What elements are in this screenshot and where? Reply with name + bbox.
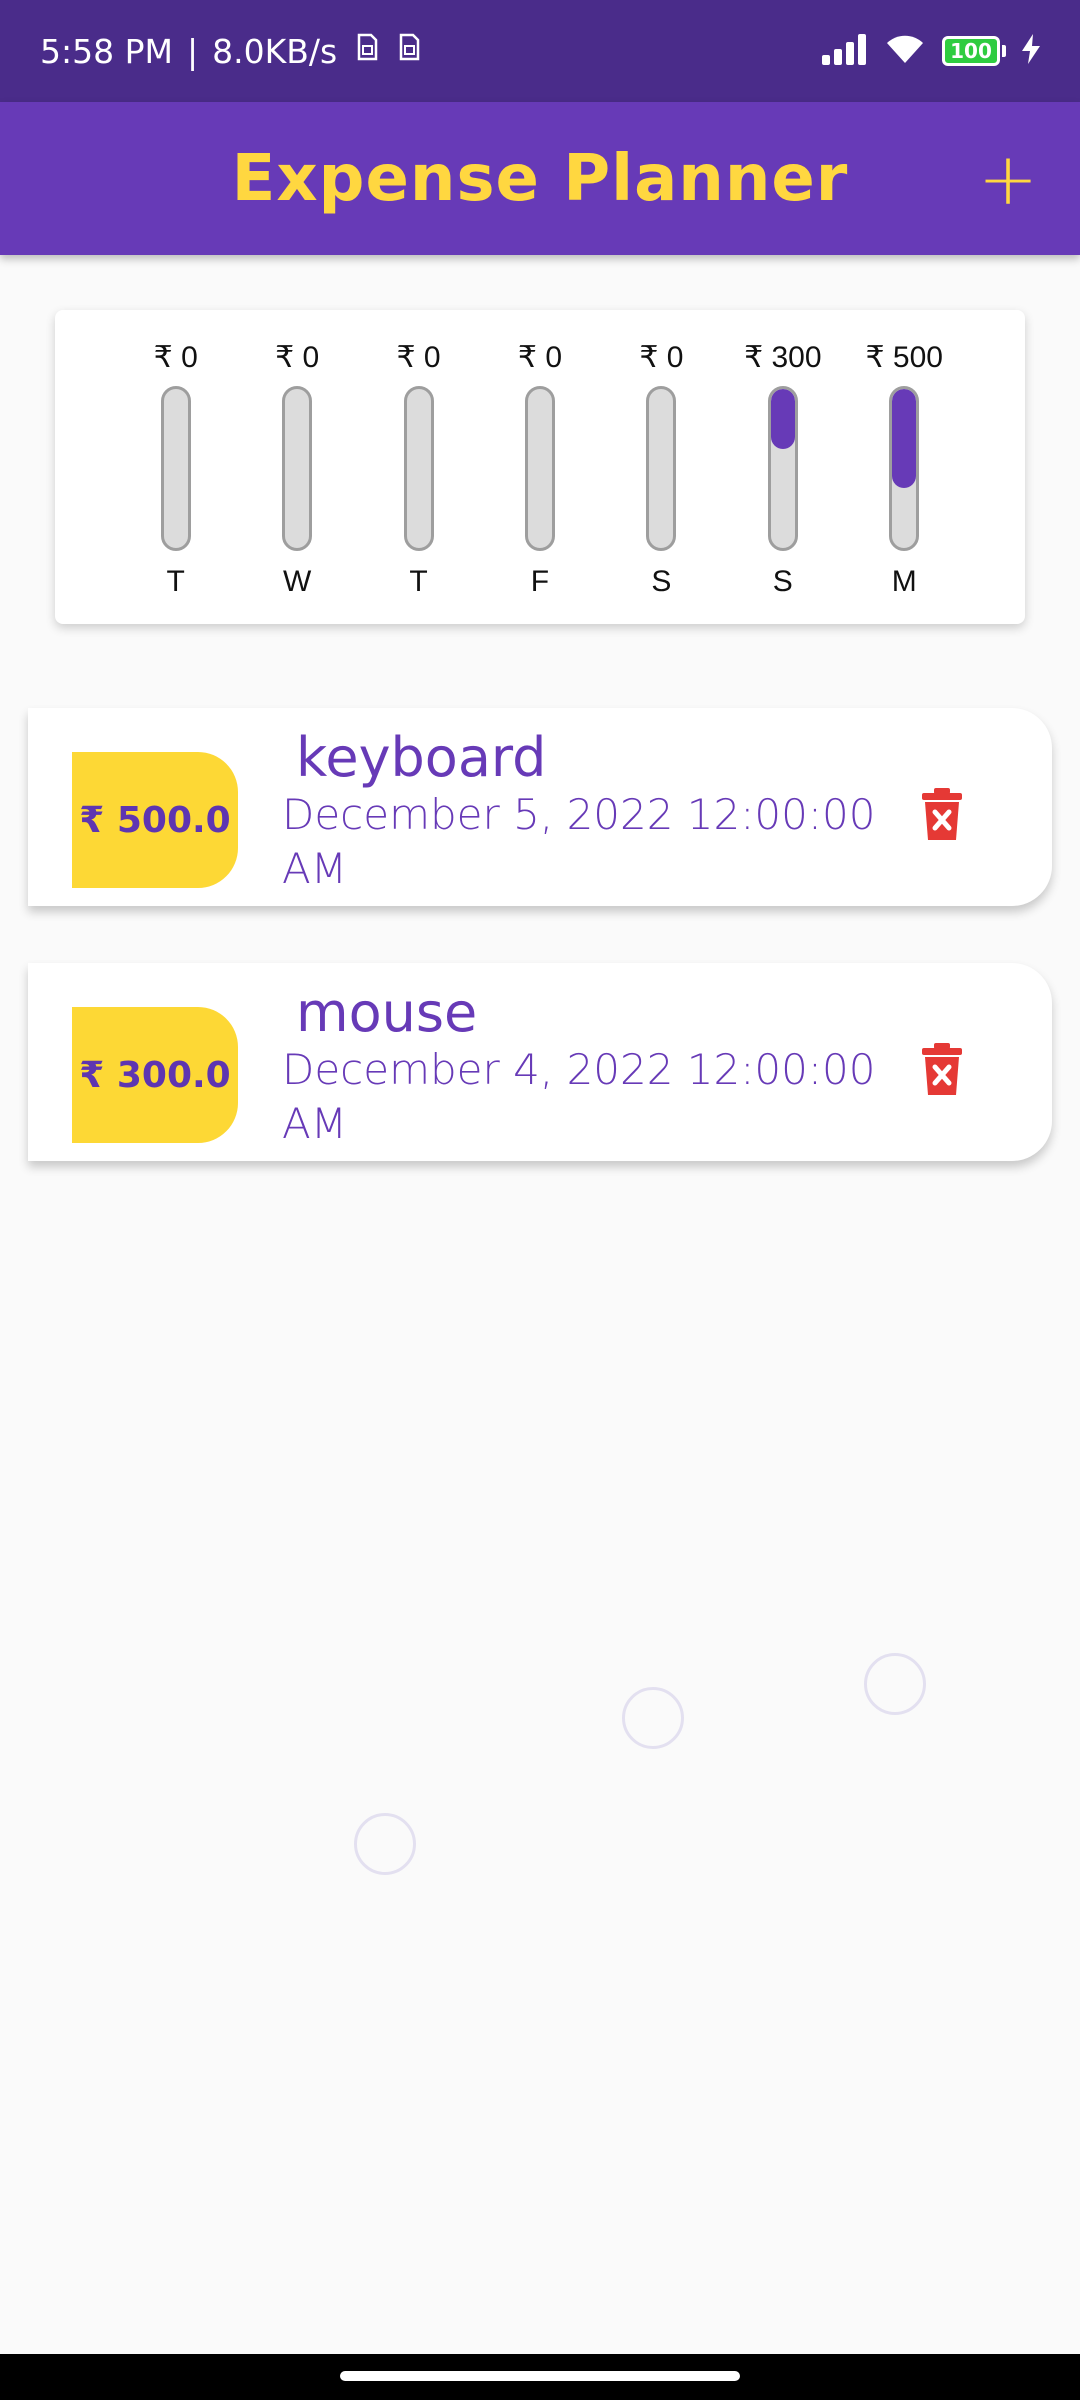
chart-day: ₹ 0 T: [126, 310, 226, 624]
chart-day: ₹ 0 S: [611, 310, 711, 624]
trash-icon: [922, 788, 962, 840]
transaction-title: mouse: [296, 981, 478, 1044]
chart-day: ₹ 500 M: [854, 310, 954, 624]
battery-icon: 100: [942, 36, 1000, 66]
battery-nub: [1002, 45, 1006, 57]
day-label: T: [166, 565, 185, 598]
transaction-amount: ₹ 500.0: [72, 752, 238, 888]
day-amount: ₹ 500: [865, 341, 943, 374]
bar-fill: [770, 389, 795, 449]
day-amount: ₹ 0: [153, 341, 198, 374]
network-speed: 8.0KB/s: [212, 31, 338, 71]
wifi-icon: [884, 33, 926, 69]
transaction-title: keyboard: [296, 726, 547, 789]
transaction-item[interactable]: ₹ 500.0 keyboard December 5, 2022 12:00:…: [28, 708, 1052, 906]
sim-icon-2: [397, 32, 421, 70]
day-amount: ₹ 300: [744, 341, 822, 374]
transaction-date: December 5, 2022 12:00:00 AM: [282, 790, 876, 893]
status-right: 100: [822, 33, 1040, 69]
navigation-bar: [0, 2354, 1080, 2400]
chart-day: ₹ 0 F: [490, 310, 590, 624]
touch-indicator: [864, 1653, 926, 1715]
day-label: T: [409, 565, 428, 598]
chart-day: ₹ 0 T: [369, 310, 469, 624]
transaction-item[interactable]: ₹ 300.0 mouse December 4, 2022 12:00:00 …: [28, 963, 1052, 1161]
bar-fill: [892, 389, 917, 489]
delete-button[interactable]: [920, 1043, 964, 1095]
sim-icon: [355, 32, 379, 70]
app-title: Expense Planner: [231, 141, 849, 216]
signal-icon: [822, 33, 868, 69]
day-label: S: [772, 565, 793, 598]
app-bar: Expense Planner +: [0, 102, 1080, 255]
touch-indicator: [622, 1687, 684, 1749]
day-amount: ₹ 0: [275, 341, 320, 374]
bar-track: [889, 386, 920, 551]
bar-track: [282, 386, 313, 551]
day-label: W: [282, 565, 312, 598]
transaction-amount: ₹ 300.0: [72, 1007, 238, 1143]
home-indicator[interactable]: [340, 2371, 740, 2381]
status-bar: 5:58 PM | 8.0KB/s 100: [0, 0, 1080, 102]
status-left: 5:58 PM | 8.0KB/s: [40, 32, 421, 71]
trash-icon: [922, 1043, 962, 1095]
bar-track: [646, 386, 677, 551]
day-amount: ₹ 0: [396, 341, 441, 374]
touch-indicator: [354, 1813, 416, 1875]
day-label: M: [891, 565, 917, 598]
bar-track: [524, 386, 555, 551]
screen: 5:58 PM | 8.0KB/s 100 Expense Planner + …: [0, 0, 1080, 2400]
status-time: 5:58 PM: [40, 31, 173, 71]
bar-track: [403, 386, 434, 551]
status-separator: |: [186, 31, 199, 71]
chart-day: ₹ 0 W: [247, 310, 347, 624]
add-button[interactable]: +: [978, 143, 1038, 215]
charging-icon: [1022, 34, 1040, 68]
delete-button[interactable]: [920, 788, 964, 840]
chart-day: ₹ 300 S: [733, 310, 833, 624]
bar-track: [160, 386, 191, 551]
day-amount: ₹ 0: [639, 341, 684, 374]
transaction-date: December 4, 2022 12:00:00 AM: [282, 1045, 876, 1148]
bar-track: [767, 386, 798, 551]
day-label: S: [651, 565, 672, 598]
weekly-chart: ₹ 0 T ₹ 0 W ₹ 0 T ₹ 0 F ₹ 0 S ₹ 300 S ₹ …: [55, 310, 1025, 624]
day-label: F: [530, 565, 550, 598]
day-amount: ₹ 0: [517, 341, 563, 374]
